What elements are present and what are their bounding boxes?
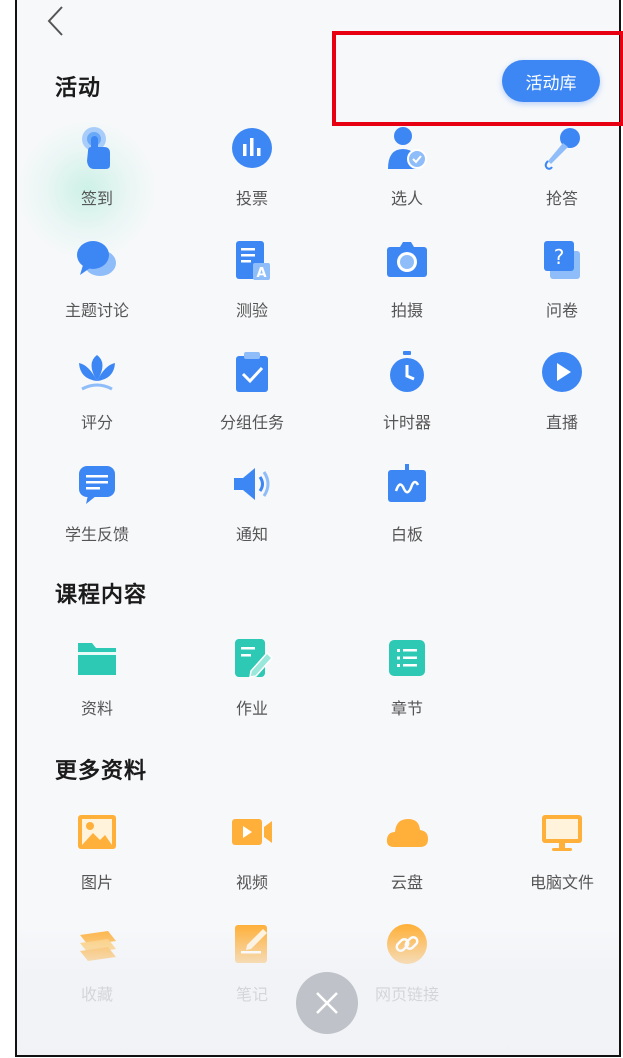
image-icon <box>78 815 116 849</box>
questionnaire-icon: ? <box>544 241 580 279</box>
item-homework[interactable]: 作业 <box>187 635 317 725</box>
svg-text:?: ? <box>554 245 565 269</box>
back-button[interactable] <box>41 4 71 38</box>
item-topic-discussion[interactable]: 主题讨论 <box>32 237 162 327</box>
item-label: 分组任务 <box>219 413 284 432</box>
whiteboard-icon <box>388 464 426 502</box>
item-label: 图片 <box>80 873 113 892</box>
item-label: 投票 <box>235 189 268 208</box>
item-label: 拍摄 <box>390 301 423 320</box>
section-title-activities: 活动 <box>55 76 102 101</box>
stopwatch-icon <box>390 351 424 392</box>
item-quick-answer[interactable]: 抢答 <box>497 125 619 215</box>
item-label: 测验 <box>235 301 268 320</box>
item-label: 直播 <box>545 413 578 432</box>
lotus-icon <box>79 355 115 391</box>
item-notice[interactable]: 通知 <box>187 461 317 551</box>
item-label: 问卷 <box>545 301 578 320</box>
item-web-link[interactable]: 网页链接 <box>342 921 472 1011</box>
item-label: 章节 <box>390 699 423 718</box>
item-label: 收藏 <box>80 985 113 1004</box>
folder-icon <box>78 643 116 675</box>
camera-icon <box>387 242 427 277</box>
svg-text:A: A <box>256 266 266 281</box>
chevron-left-icon <box>47 6 63 36</box>
item-favorites[interactable]: 收藏 <box>32 921 162 1011</box>
feedback-icon <box>79 466 115 504</box>
item-pick-student[interactable]: 选人 <box>342 125 472 215</box>
item-label: 网页链接 <box>374 985 439 1004</box>
item-cloud-drive[interactable]: 云盘 <box>342 809 472 899</box>
edit-doc-icon <box>235 639 274 678</box>
item-label: 学生反馈 <box>64 525 129 544</box>
link-icon <box>387 924 427 964</box>
item-student-feedback[interactable]: 学生反馈 <box>32 461 162 551</box>
item-label: 云盘 <box>390 873 423 892</box>
item-label: 通知 <box>235 525 268 544</box>
activity-library-button[interactable]: 活动库 <box>502 60 600 102</box>
item-label: 签到 <box>80 189 113 208</box>
microphone-icon <box>544 128 580 170</box>
activity-panel: 活动 签到 投票 选人 抢答 主题讨论 A 测验 拍摄 ? 问卷 评分 分组任务… <box>15 0 621 1057</box>
item-quiz[interactable]: A 测验 <box>187 237 317 327</box>
item-group-task[interactable]: 分组任务 <box>187 349 317 439</box>
cloud-icon <box>386 819 428 847</box>
layers-icon <box>80 931 116 961</box>
item-label: 抢答 <box>545 189 578 208</box>
chat-bubbles-icon <box>77 241 116 276</box>
tap-hand-icon <box>82 127 110 169</box>
quiz-sheet-icon: A <box>236 241 270 281</box>
item-label: 视频 <box>235 873 268 892</box>
play-circle-icon <box>542 352 582 392</box>
item-vote[interactable]: 投票 <box>187 125 317 215</box>
item-label: 白板 <box>390 525 423 544</box>
item-label: 主题讨论 <box>64 301 129 320</box>
bar-chart-icon <box>232 128 272 168</box>
item-camera[interactable]: 拍摄 <box>342 237 472 327</box>
video-icon <box>232 819 272 845</box>
close-icon <box>316 992 338 1014</box>
monitor-icon <box>542 815 582 851</box>
item-label: 选人 <box>390 189 423 208</box>
item-rating[interactable]: 评分 <box>32 349 162 439</box>
item-label: 作业 <box>235 699 268 718</box>
list-icon <box>389 640 425 676</box>
item-label: 电脑文件 <box>529 873 594 892</box>
item-label: 计时器 <box>382 413 431 432</box>
item-label: 资料 <box>80 699 113 718</box>
section-title-more-materials: 更多资料 <box>55 759 148 784</box>
item-materials[interactable]: 资料 <box>32 635 162 725</box>
user-check-icon <box>388 127 427 169</box>
item-images[interactable]: 图片 <box>32 809 162 899</box>
note-icon <box>235 925 267 963</box>
section-title-course-content: 课程内容 <box>55 583 148 608</box>
item-computer-files[interactable]: 电脑文件 <box>497 809 619 899</box>
item-chapters[interactable]: 章节 <box>342 635 472 725</box>
clipboard-check-icon <box>236 352 268 392</box>
speaker-icon <box>234 468 270 500</box>
item-timer[interactable]: 计时器 <box>342 349 472 439</box>
item-label: 评分 <box>80 413 113 432</box>
item-questionnaire[interactable]: ? 问卷 <box>497 237 619 327</box>
item-live[interactable]: 直播 <box>497 349 619 439</box>
item-whiteboard[interactable]: 白板 <box>342 461 472 551</box>
item-sign-in[interactable]: 签到 <box>32 125 162 215</box>
close-button[interactable] <box>296 972 358 1034</box>
item-video[interactable]: 视频 <box>187 809 317 899</box>
